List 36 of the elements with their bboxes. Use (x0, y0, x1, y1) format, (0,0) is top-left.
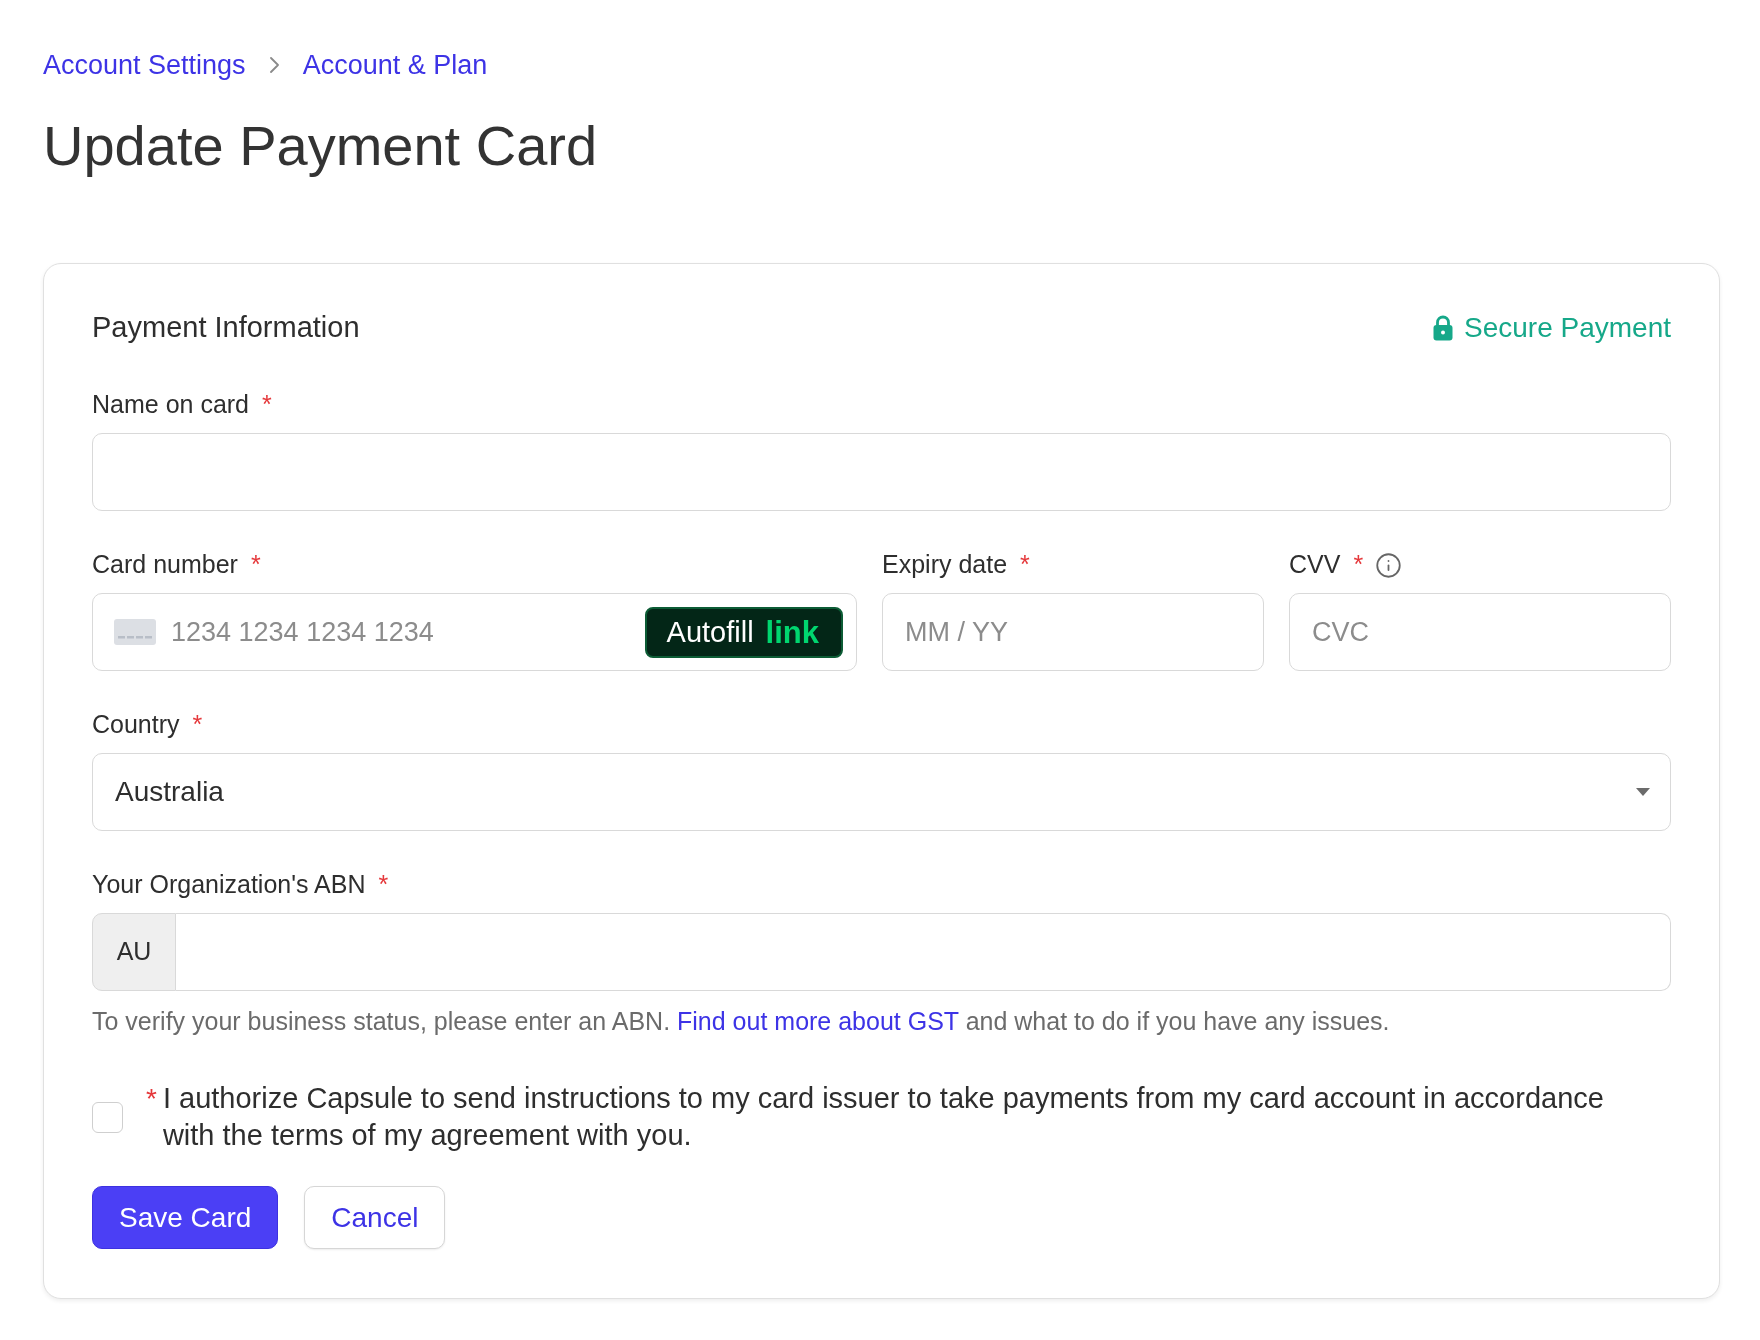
help-text: To verify your business status, please enter an ABN. Find out more about GST and what to do if you have any issues. (92, 1006, 1391, 1036)
field-label: Name on card (92, 389, 250, 421)
lock-icon (1433, 315, 1453, 341)
breadcrumb-link[interactable]: Account & Plan (302, 44, 488, 86)
required-asterisk: * (146, 1082, 157, 1116)
field-label: Expiry date (882, 549, 1008, 581)
required-asterisk: * (192, 709, 203, 741)
info-icon[interactable] (1375, 551, 1403, 579)
input-field[interactable]: CVC (1289, 593, 1671, 671)
required-asterisk: * (250, 549, 261, 581)
save-button[interactable]: Save Card (92, 1186, 279, 1249)
section-heading: Payment Information (92, 310, 360, 346)
credit-card-icon (114, 619, 156, 645)
gst-link[interactable]: Find out more about GST (677, 1007, 959, 1035)
breadcrumb-link[interactable]: Account Settings (43, 44, 246, 86)
input-field[interactable]: MM / YY (882, 593, 1264, 671)
prefix-label: AU (92, 913, 176, 991)
caret-icon (1636, 788, 1650, 796)
autofill-button[interactable]: Autofill link (644, 607, 843, 658)
required-asterisk: * (262, 389, 272, 421)
field-label: Your Organization's ABN (92, 869, 366, 901)
cancel-button[interactable]: Cancel (304, 1186, 446, 1249)
required-asterisk: * (1353, 549, 1364, 581)
country-select[interactable]: Australia (92, 753, 1671, 831)
field-label: CVV (1289, 549, 1341, 581)
input-field[interactable] (92, 433, 1671, 511)
secure-payment-note: Secure Payment (1464, 311, 1671, 345)
page-title: Update Payment Card (43, 113, 599, 179)
chevron-right-icon (269, 57, 279, 73)
checkbox[interactable] (92, 1101, 123, 1133)
abn-input-field[interactable] (176, 913, 1671, 991)
field-label: Card number (92, 549, 238, 581)
field-label: Country (92, 709, 180, 741)
required-asterisk: * (1020, 549, 1030, 581)
consent-text: I authorize Capsule to send instructions to my card issuer to take payments from my card account in accordance with the terms of my agreement with you. (162, 1081, 1605, 1153)
required-asterisk: * (378, 869, 389, 901)
